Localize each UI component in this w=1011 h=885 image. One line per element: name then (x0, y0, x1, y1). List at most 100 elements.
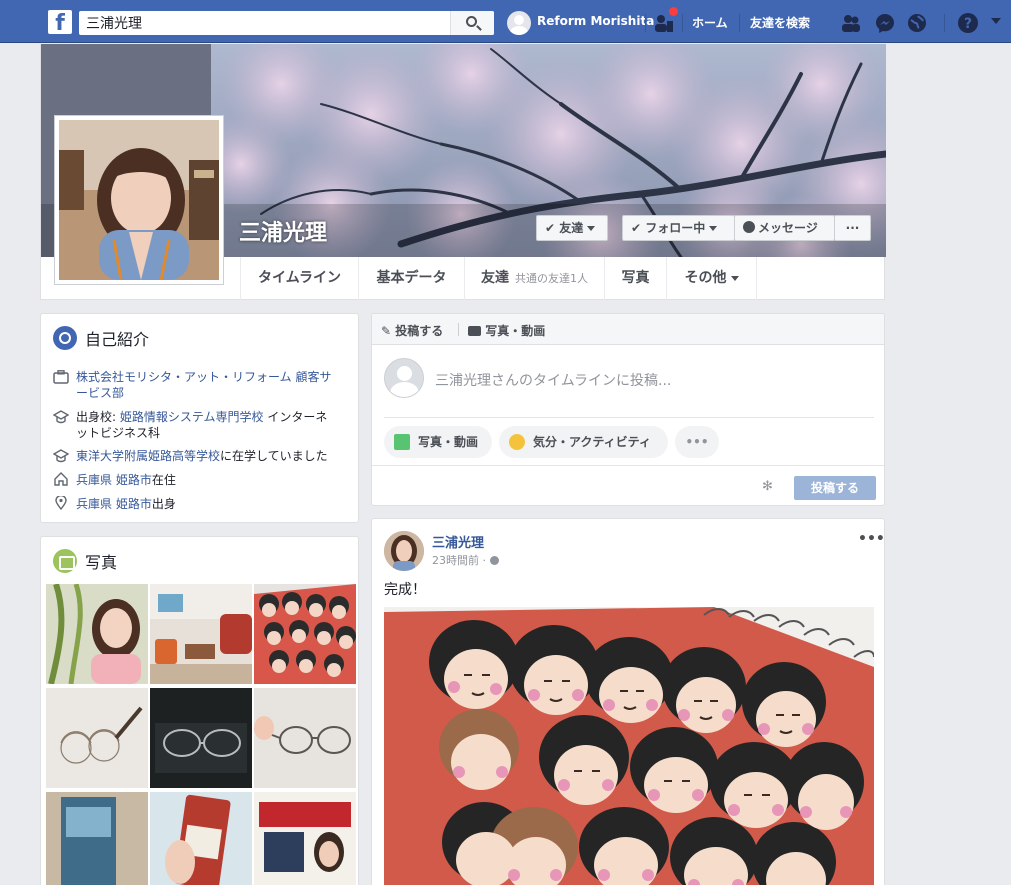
photo-thumbnail[interactable] (254, 584, 356, 684)
work-company-link[interactable]: 株式会社モリシタ・アット・リフォーム (76, 370, 292, 384)
divider (645, 14, 646, 32)
education-prefix: 出身校: (76, 410, 117, 424)
user-avatar[interactable] (507, 11, 531, 35)
photo-thumbnail[interactable] (150, 584, 252, 684)
search-icon (466, 16, 477, 27)
globe-notifications-icon[interactable] (906, 12, 928, 34)
divider (739, 14, 740, 32)
school1-link[interactable]: 姫路情報システム専門学校 (120, 410, 264, 424)
lives-suffix: 在住 (151, 473, 176, 487)
tab-more[interactable]: その他 (666, 257, 757, 300)
from-suffix: 出身 (151, 497, 176, 511)
photo-thumbnail[interactable] (46, 792, 148, 885)
feeling-activity-button[interactable]: 気分・アクティビティ (499, 426, 668, 458)
photo-video-label: 写真・動画 (418, 435, 479, 449)
check-icon: ✔ (545, 221, 556, 235)
briefcase-icon (53, 370, 69, 384)
intro-lives-in: 兵庫県 姫路市在住 (76, 472, 338, 488)
search-box (79, 11, 494, 35)
facebook-logo[interactable]: f (48, 10, 72, 34)
post-text: 完成！ (384, 582, 426, 598)
profile-picture[interactable] (55, 116, 223, 284)
messenger-icon (743, 221, 755, 233)
search-input[interactable] (79, 11, 449, 35)
friends-icon[interactable] (840, 12, 862, 34)
post-author-avatar[interactable] (384, 531, 424, 571)
camera-icon (468, 326, 481, 336)
school2-suffix: に在学していました (220, 449, 328, 463)
caret-down-icon (709, 226, 718, 231)
graduation-cap-icon (53, 449, 69, 463)
divider (384, 417, 874, 418)
pencil-icon: ✎ (381, 324, 392, 338)
divider (944, 14, 945, 32)
intro-education-2: 東洋大学附属姫路高等学校に在学していました (76, 448, 338, 464)
photo-thumbnail[interactable] (46, 688, 148, 788)
more-options-button[interactable]: ··· (834, 215, 871, 241)
photo-thumbnail[interactable] (254, 688, 356, 788)
tab-about[interactable]: 基本データ (358, 257, 464, 300)
drawing-image (384, 607, 874, 885)
tab-photos[interactable]: 写真 (604, 257, 666, 300)
photo-thumbnail[interactable] (150, 688, 252, 788)
photo-thumbnail[interactable] (150, 792, 252, 885)
messenger-icon[interactable] (874, 12, 896, 34)
globe-icon (53, 326, 77, 350)
profile-header: 三浦光理 ✔ 友達 ✔ フォロー中 メッセージ ··· タイムライン 基本データ… (40, 44, 886, 300)
composer-more-button[interactable]: ••• (675, 426, 719, 458)
following-button[interactable]: ✔ フォロー中 (622, 215, 735, 241)
home-link[interactable]: ホーム (692, 14, 728, 31)
help-icon[interactable]: ? (957, 12, 979, 34)
mutual-friends-count: 共通の友達1人 (515, 272, 588, 285)
intro-title: 自己紹介 (85, 330, 150, 349)
tab-friends[interactable]: 友達 共通の友達1人 (464, 257, 604, 300)
profile-name: 三浦光理 (239, 221, 328, 246)
message-button[interactable]: メッセージ (734, 215, 835, 241)
composer-tab-photo-label: 写真・動画 (485, 324, 546, 338)
intro-education-1: 出身校: 姫路情報システム専門学校 インターネットビジネス科 (76, 409, 338, 441)
user-profile-link[interactable]: Reform Morishita (537, 14, 654, 28)
composer-tab-photo[interactable]: 写真・動画 (468, 322, 545, 339)
from-pref-link[interactable]: 兵庫県 (76, 497, 112, 511)
search-button[interactable] (450, 11, 494, 35)
public-globe-icon (489, 556, 499, 565)
photo-thumbnail[interactable] (254, 792, 356, 885)
divider (682, 14, 683, 32)
feeling-activity-label: 気分・アクティビティ (533, 435, 651, 449)
from-city-link[interactable]: 姫路市 (116, 497, 152, 511)
check-icon: ✔ (631, 221, 642, 235)
lives-city-link[interactable]: 姫路市 (116, 473, 152, 487)
location-pin-icon (55, 496, 67, 510)
tab-more-label: その他 (684, 270, 727, 286)
caret-down-icon (730, 275, 739, 281)
post-author-name[interactable]: 三浦光理 (432, 532, 484, 551)
photo-thumbnail[interactable] (46, 584, 148, 684)
gear-icon[interactable]: ✻ (762, 479, 773, 494)
tab-friends-label: 友達 (481, 270, 509, 286)
find-friends-link[interactable]: 友達を検索 (750, 14, 810, 31)
lives-pref-link[interactable]: 兵庫県 (76, 473, 112, 487)
profile-photo-image (59, 120, 219, 280)
intro-from: 兵庫県 姫路市出身 (76, 496, 338, 512)
home-icon (54, 472, 68, 486)
composer-footer: ✻ 投稿する (372, 465, 884, 505)
post-time-text: 23時間前 · (432, 554, 490, 567)
post-image[interactable] (384, 607, 874, 885)
intro-work: 株式会社モリシタ・アット・リフォーム 顧客サービス部 (76, 369, 338, 401)
divider (458, 323, 459, 336)
graduation-cap-icon (53, 410, 69, 424)
tab-timeline[interactable]: タイムライン (240, 257, 358, 300)
feed-post: 三浦光理 23時間前 · ••• 完成！ (371, 518, 885, 885)
photo-video-button[interactable]: 写真・動画 (384, 426, 492, 458)
post-composer: ✎ 投稿する 写真・動画 三浦光理さんのタイムラインに投稿... 写真・動画 気… (371, 313, 885, 506)
intro-card: 自己紹介 株式会社モリシタ・アット・リフォーム 顧客サービス部 出身校: 姫路情… (40, 313, 359, 523)
post-timestamp[interactable]: 23時間前 · (432, 552, 499, 568)
friends-button[interactable]: ✔ 友達 (536, 215, 608, 241)
post-options-button[interactable]: ••• (858, 531, 885, 547)
school2-link[interactable]: 東洋大学附属姫路高等学校 (76, 449, 220, 463)
account-menu-caret-icon[interactable] (990, 15, 1002, 27)
photo-icon (394, 434, 410, 450)
post-button[interactable]: 投稿する (794, 476, 876, 500)
composer-tab-post[interactable]: ✎ 投稿する (381, 322, 443, 339)
composer-input[interactable]: 三浦光理さんのタイムラインに投稿... (435, 370, 671, 390)
